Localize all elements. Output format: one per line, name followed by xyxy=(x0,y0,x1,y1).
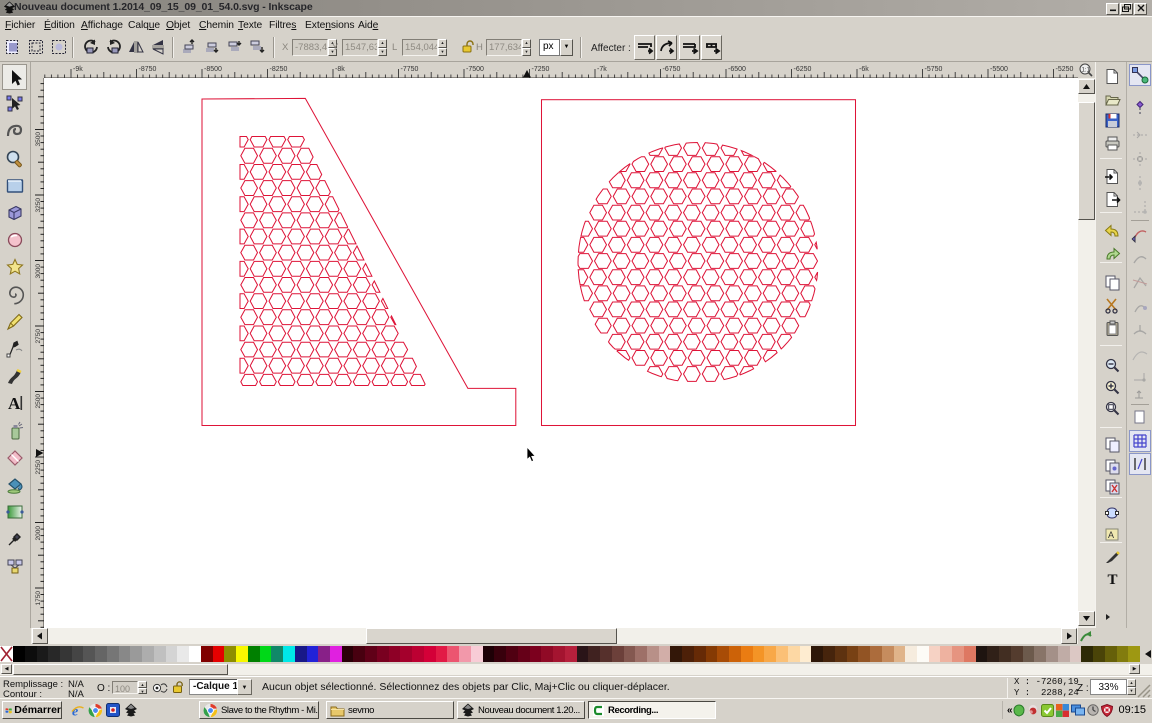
svg-text:A: A xyxy=(8,394,21,413)
svg-text:2000: 2000 xyxy=(35,526,42,541)
svg-text:-8750: -8750 xyxy=(139,66,157,73)
svg-text:-5750: -5750 xyxy=(925,66,943,73)
svg-text:2750: 2750 xyxy=(35,329,42,344)
svg-text:-6750: -6750 xyxy=(663,66,681,73)
svg-text:-7750: -7750 xyxy=(401,66,419,73)
svg-text:-5500: -5500 xyxy=(990,66,1008,73)
svg-text:1750: 1750 xyxy=(35,591,42,606)
svg-text:-6k: -6k xyxy=(859,66,869,73)
svg-text:-5250: -5250 xyxy=(1056,66,1074,73)
svg-text:-7k: -7k xyxy=(597,66,607,73)
svg-text:3250: 3250 xyxy=(35,198,42,213)
svg-text:-8k: -8k xyxy=(335,66,345,73)
svg-text:-7500: -7500 xyxy=(466,66,484,73)
svg-text:3000: 3000 xyxy=(35,264,42,279)
svg-text:2500: 2500 xyxy=(35,394,42,409)
svg-text:A: A xyxy=(1108,530,1114,540)
svg-text:3500: 3500 xyxy=(35,132,42,147)
svg-text:-6250: -6250 xyxy=(794,66,812,73)
svg-text:-8250: -8250 xyxy=(270,66,288,73)
svg-text:-7250: -7250 xyxy=(532,66,550,73)
svg-text:2250: 2250 xyxy=(35,460,42,475)
svg-text:-6500: -6500 xyxy=(728,66,746,73)
svg-text:-9k: -9k xyxy=(73,66,83,73)
svg-text:-8500: -8500 xyxy=(204,66,222,73)
svg-text:T: T xyxy=(1108,572,1118,587)
